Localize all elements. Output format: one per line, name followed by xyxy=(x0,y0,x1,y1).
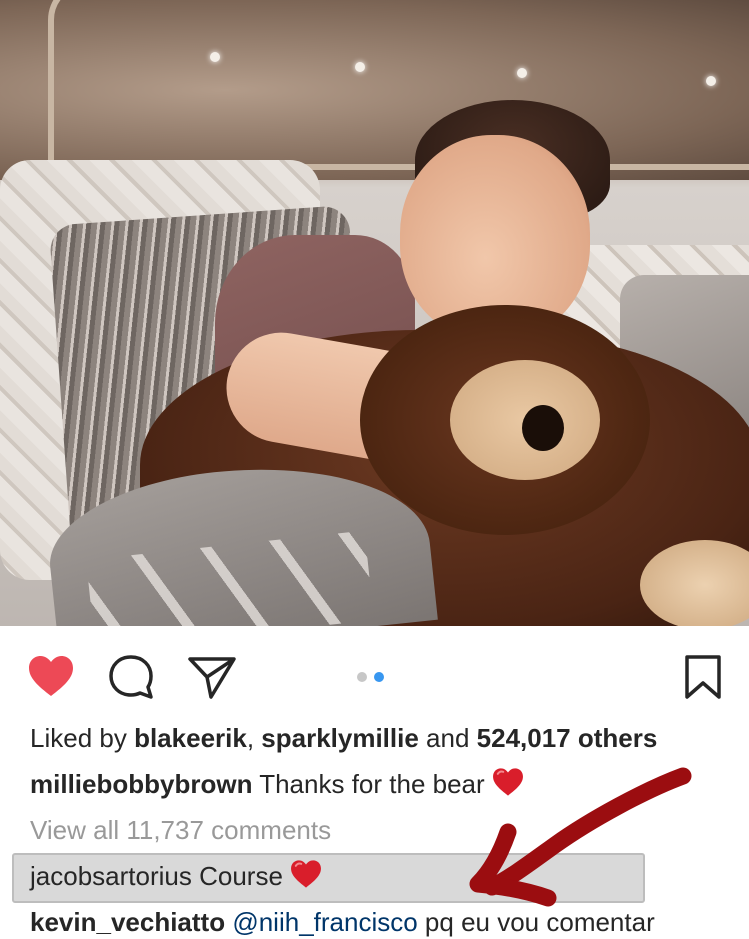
save-button[interactable] xyxy=(678,652,728,702)
headboard-stud xyxy=(706,76,716,86)
carousel-dot-active xyxy=(374,672,384,682)
headboard-frame xyxy=(48,0,749,170)
comment-username[interactable]: jacobsartorius xyxy=(30,861,192,891)
liker-username[interactable]: blakeerik xyxy=(134,723,247,753)
bookmark-icon xyxy=(685,655,721,699)
likes-separator: , xyxy=(246,723,262,753)
comment-button[interactable] xyxy=(106,652,156,702)
likes-count-link[interactable]: 524,017 others xyxy=(477,723,658,753)
post-photo[interactable] xyxy=(0,0,749,626)
view-all-comments-link[interactable]: View all 11,737 comments xyxy=(30,813,331,847)
comment-icon xyxy=(109,655,153,699)
likes-and: and xyxy=(418,723,477,753)
likes-summary: Liked by blakeerik, sparklymillie and 52… xyxy=(30,721,657,755)
headboard-stud xyxy=(355,62,365,72)
comment: jacobsartorius Course xyxy=(30,859,323,897)
comment-username[interactable]: kevin_vechiatto xyxy=(30,907,225,937)
share-button[interactable] xyxy=(187,652,237,702)
likes-prefix: Liked by xyxy=(30,723,135,753)
share-icon xyxy=(188,657,236,699)
headboard-stud xyxy=(517,68,527,78)
liker-username[interactable]: sparklymillie xyxy=(261,723,419,753)
red-heart-emoji xyxy=(289,859,323,897)
post-action-bar xyxy=(0,640,749,712)
comment-mention[interactable]: @niih_francisco xyxy=(232,907,417,937)
carousel-dot xyxy=(357,672,367,682)
carousel-indicator xyxy=(357,669,391,683)
annotation-arrow xyxy=(469,767,692,907)
heart-icon xyxy=(29,656,73,696)
comment-text: Course xyxy=(191,861,283,891)
teddy-bear-nose xyxy=(522,405,564,451)
caption-username[interactable]: milliebobbybrown xyxy=(30,769,252,799)
headboard-stud xyxy=(210,52,220,62)
like-button[interactable] xyxy=(26,652,76,702)
